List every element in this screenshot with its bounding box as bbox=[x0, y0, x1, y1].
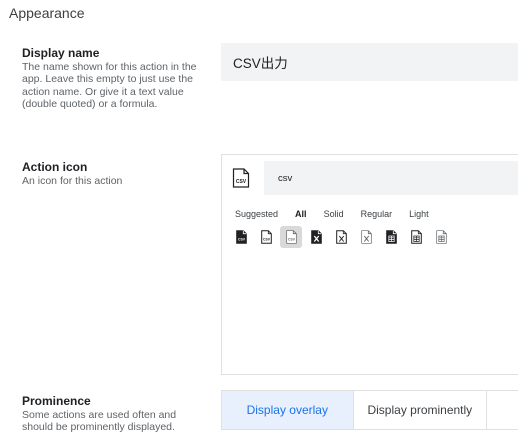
display-name-value: CSV出力 bbox=[233, 56, 288, 71]
file-excel-light-icon[interactable] bbox=[355, 226, 377, 248]
icon-filter-tab-suggested[interactable]: Suggested bbox=[235, 209, 278, 219]
action-icon-label: Action icon bbox=[22, 160, 88, 174]
file-spreadsheet-regular-icon[interactable] bbox=[405, 226, 427, 248]
display-name-label-group: Display name The name shown for this act… bbox=[22, 46, 204, 111]
icon-filter-tab-solid[interactable]: Solid bbox=[324, 209, 344, 219]
file-spreadsheet-light-icon[interactable] bbox=[430, 226, 452, 248]
prominence-option-more[interactable] bbox=[487, 391, 518, 429]
prominence-label: Prominence bbox=[22, 394, 91, 408]
svg-text:CSV: CSV bbox=[238, 238, 246, 242]
section-title: Appearance bbox=[9, 5, 85, 21]
prominence-label-group: Prominence Some actions are used often a… bbox=[22, 394, 204, 434]
icon-filter-tab-light[interactable]: Light bbox=[409, 209, 429, 219]
display-name-description: The name shown for this action in the ap… bbox=[22, 61, 197, 111]
prominence-selector: Display overlay Display prominently bbox=[221, 390, 518, 430]
action-icon-description: An icon for this action bbox=[22, 175, 123, 187]
prominence-option-prominently[interactable]: Display prominently bbox=[354, 391, 488, 429]
icon-grid: CSV CSV CSV bbox=[230, 226, 455, 248]
icon-search-input[interactable] bbox=[276, 171, 518, 185]
file-csv-icon: CSV bbox=[232, 168, 250, 188]
svg-text:CSV: CSV bbox=[288, 238, 296, 242]
file-csv-solid-icon[interactable]: CSV bbox=[230, 226, 252, 248]
prominence-description: Some actions are used often and should b… bbox=[22, 409, 177, 434]
action-icon-label-group: Action icon An icon for this action bbox=[22, 160, 204, 187]
icon-filter-tabs: Suggested All Solid Regular Light bbox=[235, 209, 446, 219]
svg-text:CSV: CSV bbox=[236, 179, 247, 185]
display-name-field[interactable]: CSV出力 bbox=[221, 43, 518, 81]
icon-search-field[interactable] bbox=[264, 161, 518, 195]
file-spreadsheet-solid-icon[interactable] bbox=[380, 226, 402, 248]
prominence-option-overlay[interactable]: Display overlay bbox=[222, 391, 354, 429]
display-name-label: Display name bbox=[22, 46, 100, 60]
icon-filter-tab-all[interactable]: All bbox=[295, 209, 307, 219]
file-csv-regular-icon[interactable]: CSV bbox=[255, 226, 277, 248]
file-csv-light-icon[interactable]: CSV bbox=[280, 226, 302, 248]
svg-text:CSV: CSV bbox=[263, 238, 271, 242]
file-excel-solid-icon[interactable] bbox=[305, 226, 327, 248]
icon-filter-tab-regular[interactable]: Regular bbox=[361, 209, 393, 219]
icon-picker-panel: CSV SuggestedAllSolidRegularLight CSVCSV… bbox=[221, 154, 518, 375]
file-excel-regular-icon[interactable] bbox=[330, 226, 352, 248]
